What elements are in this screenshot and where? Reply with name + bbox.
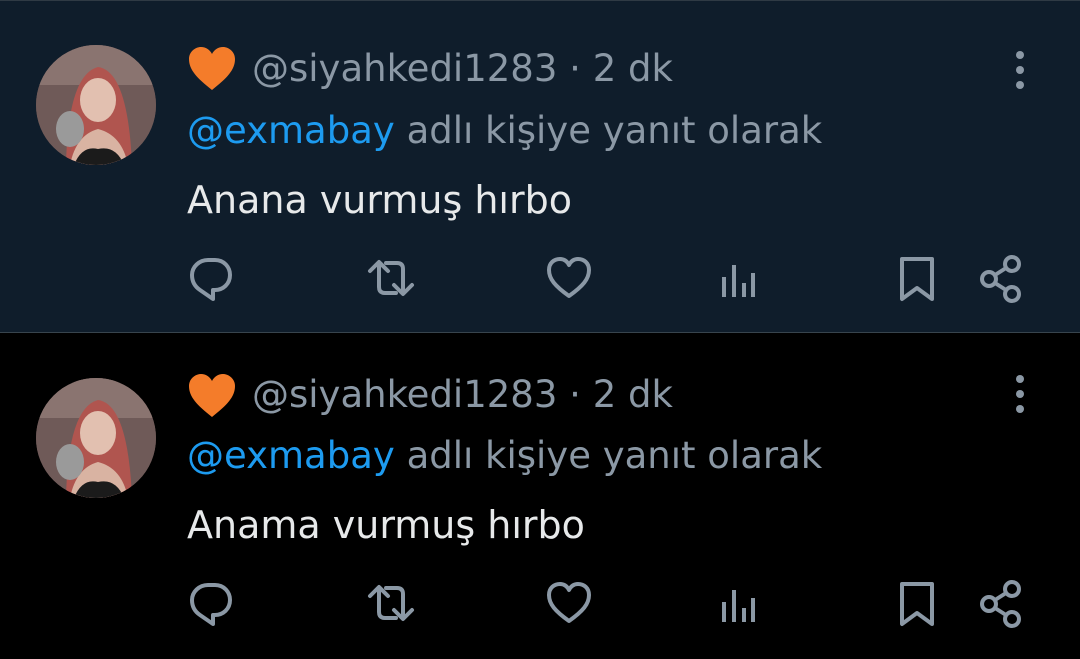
- reply-context-label: adlı kişiye yanıt olarak: [406, 434, 823, 477]
- share-icon: [980, 580, 1021, 628]
- reply-icon: [190, 258, 232, 301]
- separator: ·: [569, 373, 581, 416]
- orange-heart-icon: [189, 374, 235, 417]
- share-button[interactable]: [978, 578, 1024, 628]
- avatar[interactable]: [36, 378, 156, 498]
- timestamp[interactable]: 2 dk: [593, 373, 673, 416]
- bookmark-button[interactable]: [896, 253, 938, 303]
- reply-mention-link[interactable]: @exmabay: [187, 434, 395, 477]
- tweet-meta: @siyahkedi1283 · 2 dk: [252, 371, 673, 419]
- tweet-highlighted[interactable]: @siyahkedi1283 · 2 dk @exmabay adlı kişi…: [0, 0, 1080, 333]
- orange-heart-icon: [189, 47, 235, 90]
- reply-context: @exmabay adlı kişiye yanıt olarak: [187, 432, 822, 480]
- bookmark-icon: [900, 582, 934, 626]
- avatar[interactable]: [36, 45, 156, 165]
- reply-icon: [190, 583, 232, 626]
- username-handle[interactable]: @siyahkedi1283: [252, 373, 557, 416]
- reply-button[interactable]: [188, 578, 234, 628]
- like-button[interactable]: [546, 253, 592, 303]
- views-button[interactable]: [718, 253, 758, 303]
- retweet-icon: [368, 260, 414, 296]
- reply-context-label: adlı kişiye yanıt olarak: [406, 109, 823, 152]
- reply-context: @exmabay adlı kişiye yanıt olarak: [187, 107, 822, 155]
- timestamp[interactable]: 2 dk: [593, 47, 673, 90]
- separator: ·: [569, 47, 581, 90]
- action-bar: [0, 253, 1080, 309]
- reply-mention-link[interactable]: @exmabay: [187, 109, 395, 152]
- views-icon: [722, 590, 755, 622]
- bookmark-button[interactable]: [896, 578, 938, 628]
- retweet-icon: [368, 585, 414, 621]
- tweet[interactable]: @siyahkedi1283 · 2 dk @exmabay adlı kişi…: [0, 333, 1080, 659]
- username-handle[interactable]: @siyahkedi1283: [252, 47, 557, 90]
- more-icon[interactable]: [1003, 373, 1037, 415]
- views-icon: [722, 265, 755, 297]
- heart-icon: [547, 582, 591, 623]
- heart-icon: [547, 257, 591, 298]
- more-icon[interactable]: [1003, 49, 1037, 91]
- like-button[interactable]: [546, 578, 592, 628]
- retweet-button[interactable]: [366, 578, 416, 628]
- tweet-meta: @siyahkedi1283 · 2 dk: [252, 45, 673, 93]
- bookmark-icon: [900, 257, 934, 301]
- tweet-text: Anana vurmuş hırbo: [187, 178, 572, 222]
- reply-button[interactable]: [188, 253, 234, 303]
- action-bar: [0, 578, 1080, 634]
- retweet-button[interactable]: [366, 253, 416, 303]
- tweet-text: Anama vurmuş hırbo: [187, 503, 585, 547]
- views-button[interactable]: [718, 578, 758, 628]
- share-icon: [980, 255, 1021, 303]
- share-button[interactable]: [978, 253, 1024, 303]
